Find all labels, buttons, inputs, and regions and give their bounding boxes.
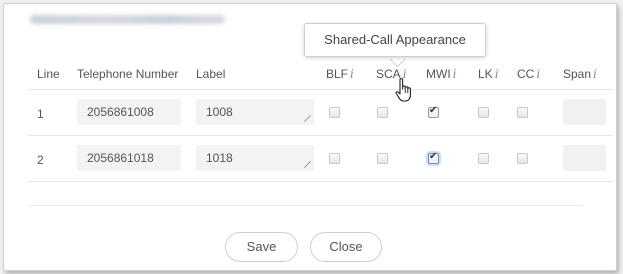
row2-lk-checkbox[interactable] [478,153,489,164]
row2-blf-checkbox[interactable] [329,153,340,164]
col-header-cc: CC i [517,67,541,81]
blf-info-icon[interactable]: i [350,67,354,81]
row1-telephone-field[interactable]: 2056861008 [77,99,181,125]
hand-pointer-cursor-icon [395,78,411,102]
sca-tooltip: Shared-Call Appearance [304,23,486,57]
row2-label-value: 1018 [206,151,233,165]
row2-mwi-checkbox[interactable] [428,151,439,164]
row-divider [28,135,613,136]
footer-divider [28,205,583,206]
row1-lk-checkbox[interactable] [478,107,489,118]
row2-telephone-field[interactable]: 2056861018 [77,145,181,171]
mwi-info-icon[interactable]: i [453,67,457,81]
row2-line-number: 2 [37,153,44,167]
blurred-heading [30,15,225,24]
col-header-lk: LK i [478,67,499,81]
col-header-line: Line [37,67,60,81]
row1-label-field[interactable]: 1008 [196,99,314,125]
row2-cc-checkbox[interactable] [517,153,528,164]
resize-handle-icon[interactable] [304,161,311,168]
col-header-telephone: Telephone Number [77,67,179,81]
col-header-blf: BLF i [326,67,354,81]
row-divider [28,181,613,182]
row1-blf-checkbox[interactable] [329,107,340,118]
resize-handle-icon[interactable] [304,115,311,122]
row1-cc-checkbox[interactable] [517,107,528,118]
close-button[interactable]: Close [310,232,382,262]
header-divider [28,89,613,90]
save-button[interactable]: Save [225,232,298,262]
lk-info-icon[interactable]: i [495,67,499,81]
col-header-span: Span i [563,67,597,81]
row2-span-field[interactable] [563,145,606,171]
row2-label-field[interactable]: 1018 [196,145,314,171]
row1-line-number: 1 [37,107,44,121]
col-header-mwi: MWI i [426,67,457,81]
row1-span-field[interactable] [563,99,606,125]
row2-sca-checkbox[interactable] [377,153,388,164]
span-info-icon[interactable]: i [593,67,597,81]
col-header-label: Label [196,67,226,81]
row1-label-value: 1008 [206,105,233,119]
row1-mwi-checkbox[interactable] [428,105,439,118]
row1-sca-checkbox[interactable] [377,107,388,118]
cc-info-icon[interactable]: i [536,67,540,81]
